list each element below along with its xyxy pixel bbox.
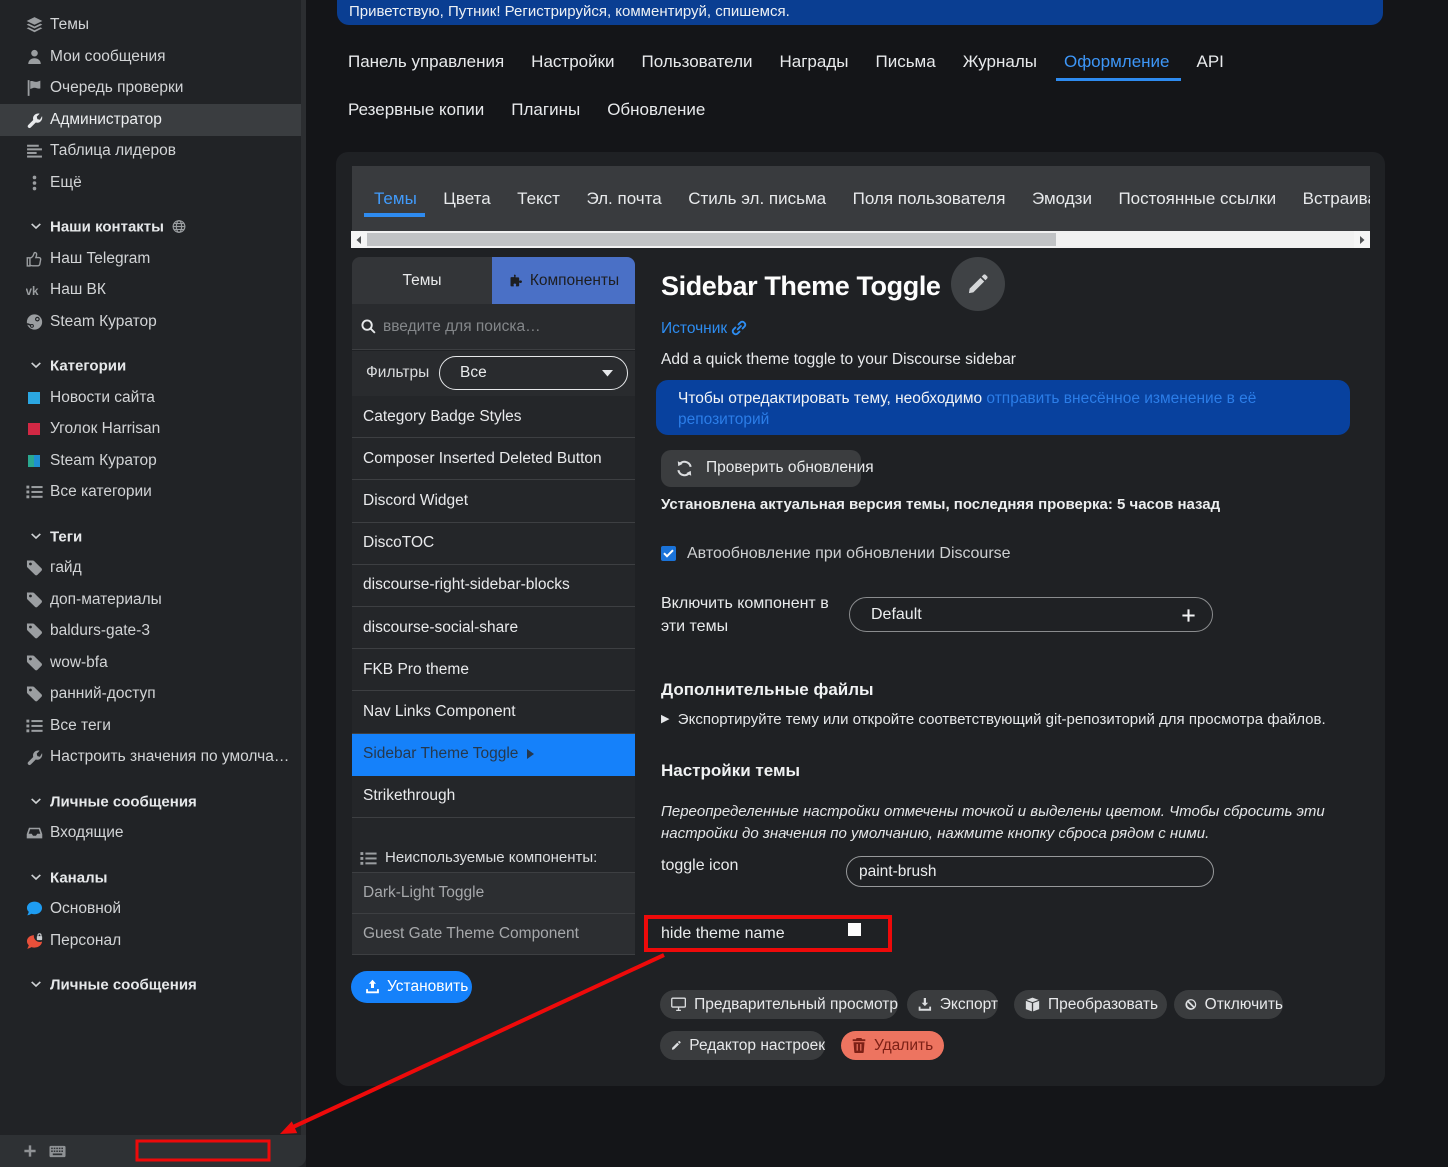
svg-text:vk: vk [26, 285, 39, 298]
